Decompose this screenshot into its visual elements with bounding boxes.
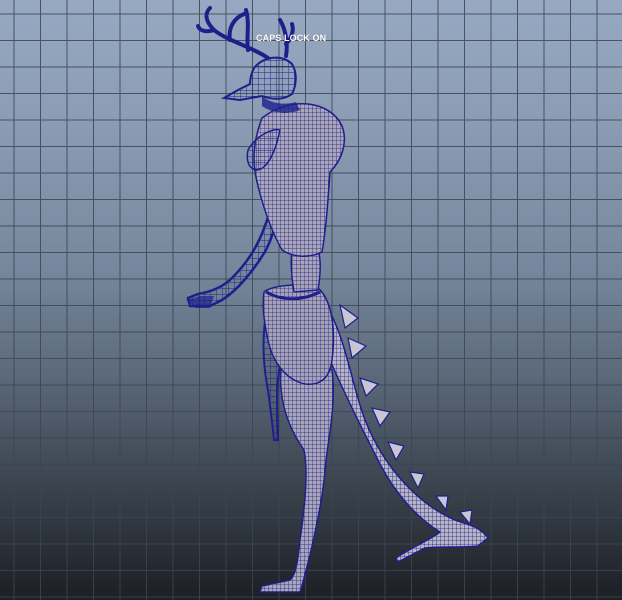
tail-mesh [318,298,490,564]
character-wireframe-model[interactable] [0,0,622,600]
skull-head-mesh [196,6,300,113]
3d-viewport[interactable]: CAPS LOCK ON [0,0,622,600]
caps-lock-indicator: CAPS LOCK ON [256,33,327,43]
